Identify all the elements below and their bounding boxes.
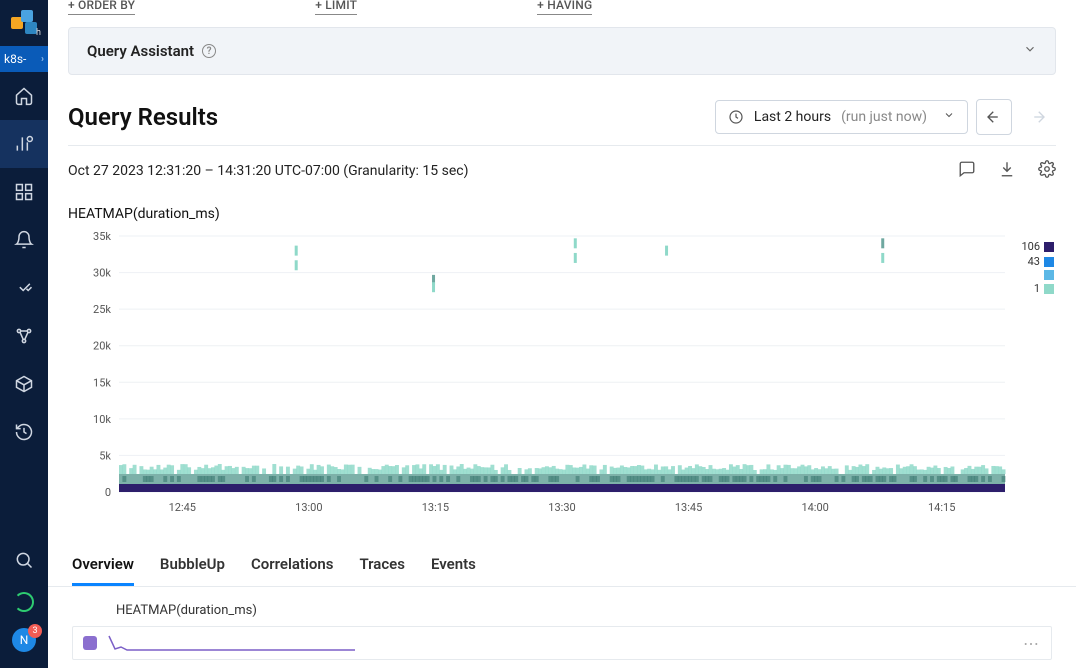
tab-overview[interactable]: Overview: [72, 545, 134, 586]
main-content: + ORDER BY + LIMIT + HAVING Query Assist…: [48, 0, 1076, 668]
svg-text:14:00: 14:00: [801, 501, 828, 514]
svg-text:0: 0: [105, 486, 111, 499]
redo-button: [1020, 99, 1056, 135]
svg-text:13:45: 13:45: [675, 501, 702, 514]
svg-text:15k: 15k: [93, 376, 111, 389]
nav-boards[interactable]: [0, 168, 48, 216]
order-by-chip[interactable]: + ORDER BY: [68, 0, 135, 15]
chart-legend: 106 43 1: [1010, 240, 1056, 517]
svg-text:10k: 10k: [93, 413, 111, 426]
help-icon[interactable]: ?: [202, 44, 216, 58]
limit-chip[interactable]: + LIMIT: [315, 0, 357, 15]
mini-chart-title: HEATMAP(duration_ms): [116, 603, 1052, 618]
series-color-swatch: [83, 636, 97, 650]
loading-spinner-icon: [14, 592, 34, 612]
more-options-button[interactable]: ⋯: [1023, 634, 1041, 653]
clock-icon: [728, 109, 744, 125]
svg-text:13:15: 13:15: [422, 501, 449, 514]
result-tabs: Overview BubbleUp Correlations Traces Events: [48, 545, 1076, 587]
user-avatar[interactable]: N 3: [12, 628, 36, 652]
tab-correlations[interactable]: Correlations: [251, 545, 334, 586]
svg-text:30k: 30k: [93, 267, 111, 280]
timestamp-text: Oct 27 2023 12:31:20 – 14:31:20 UTC-07:0…: [68, 163, 468, 179]
svg-text:25k: 25k: [93, 303, 111, 316]
legend-entry: 1: [1018, 282, 1054, 295]
svg-text:14:15: 14:15: [928, 501, 955, 514]
tab-events[interactable]: Events: [431, 545, 476, 586]
svg-text:13:00: 13:00: [295, 501, 322, 514]
notification-badge: 3: [28, 624, 42, 638]
nav-service-map[interactable]: [0, 312, 48, 360]
svg-text:12:45: 12:45: [169, 501, 196, 514]
time-range-label: Last 2 hours: [754, 109, 831, 125]
environment-selector[interactable]: k8s- ›: [0, 46, 48, 72]
nav-datasets[interactable]: [0, 360, 48, 408]
run-note: (run just now): [841, 109, 927, 125]
chevron-right-icon: ›: [41, 54, 44, 65]
sparkline: [107, 633, 357, 653]
avatar-initial: N: [20, 633, 29, 647]
environment-label: k8s-: [4, 52, 26, 66]
nav-home[interactable]: [0, 72, 48, 120]
app-logo[interactable]: h: [0, 0, 48, 46]
nav-alerts[interactable]: [0, 216, 48, 264]
svg-text:35k: 35k: [93, 232, 111, 243]
heatmap-chart[interactable]: 35k 30k 25k 20k 15k 10k 5k 0 12:45 13:00 13:15 13:3…: [68, 232, 1010, 517]
legend-entry: [1018, 270, 1054, 280]
tab-traces[interactable]: Traces: [359, 545, 405, 586]
nav-history[interactable]: [0, 408, 48, 456]
settings-button[interactable]: [1038, 160, 1056, 182]
having-chip[interactable]: + HAVING: [537, 0, 592, 15]
nav-query[interactable]: [0, 120, 48, 168]
svg-text:13:30: 13:30: [548, 501, 575, 514]
comment-button[interactable]: [958, 160, 976, 182]
chevron-down-icon: [1023, 42, 1037, 60]
chart-title: HEATMAP(duration_ms): [68, 206, 1056, 222]
undo-button[interactable]: [976, 99, 1012, 135]
legend-entry: 43: [1018, 255, 1054, 268]
nav-search[interactable]: [0, 536, 48, 584]
download-button[interactable]: [998, 160, 1016, 182]
tab-bubbleup[interactable]: BubbleUp: [160, 545, 225, 586]
sidebar: h k8s- ›: [0, 0, 48, 668]
query-assistant-bar[interactable]: Query Assistant ?: [68, 27, 1056, 75]
nav-slos[interactable]: [0, 264, 48, 312]
results-title: Query Results: [68, 103, 218, 131]
mini-chart-row[interactable]: ⋯: [72, 626, 1052, 660]
query-assistant-label: Query Assistant: [87, 42, 194, 60]
time-range-selector[interactable]: Last 2 hours (run just now): [715, 100, 968, 134]
svg-text:20k: 20k: [93, 340, 111, 353]
legend-entry: 106: [1018, 240, 1054, 253]
chevron-down-icon: [943, 109, 955, 125]
svg-text:5k: 5k: [99, 449, 111, 462]
